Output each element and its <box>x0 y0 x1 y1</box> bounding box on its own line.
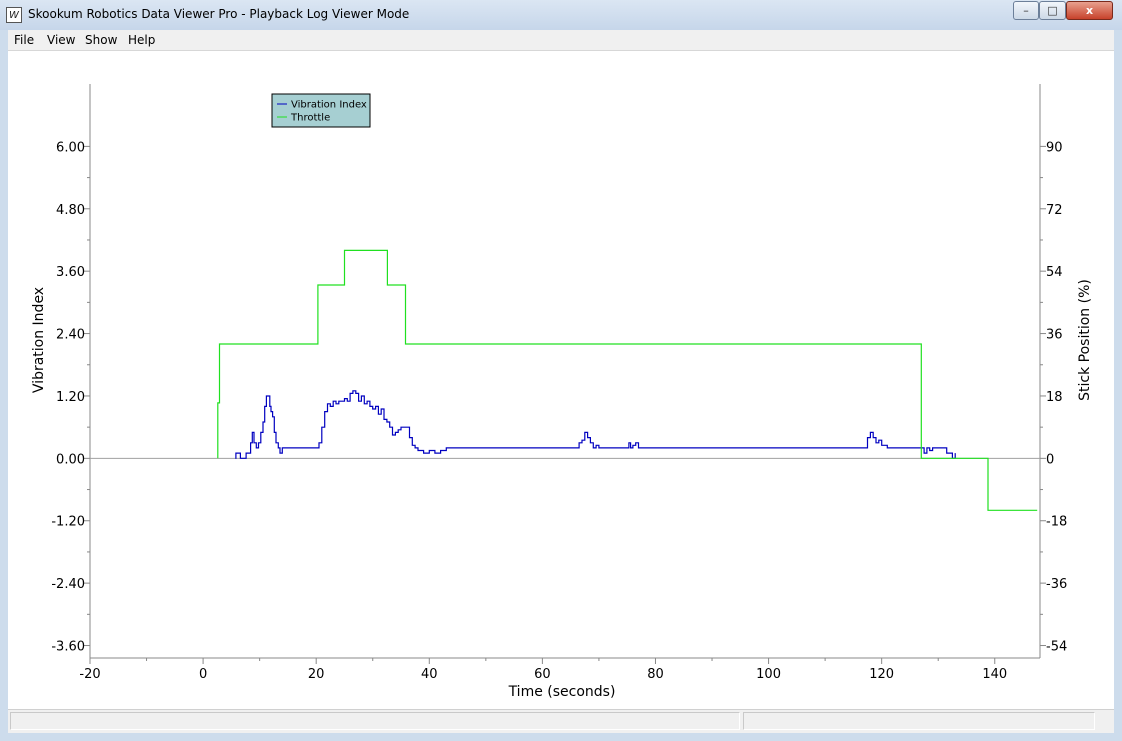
menu-bar: File View Show Help <box>8 30 1114 51</box>
x-tick-label: 60 <box>534 667 551 682</box>
minimize-button[interactable]: – <box>1013 1 1039 20</box>
close-button[interactable]: x <box>1066 1 1113 20</box>
legend-label-vibration: Vibration Index <box>291 100 367 111</box>
x-axis-label: Time (seconds) <box>508 684 616 700</box>
y-tick-label: 4.80 <box>56 203 85 218</box>
y2-tick-label: -18 <box>1046 515 1067 530</box>
y-tick-label: 0.00 <box>56 452 85 467</box>
y-tick-label: 6.00 <box>56 140 85 155</box>
window-title: Skookum Robotics Data Viewer Pro - Playb… <box>28 7 410 21</box>
x-tick-label: 140 <box>982 667 1007 682</box>
status-pane-secondary <box>743 712 1095 730</box>
chart-legend: Vibration Index Throttle <box>271 93 371 128</box>
x-tick-label: 0 <box>199 667 207 682</box>
series-line-vibration-index <box>235 390 956 459</box>
y-tick-label: 3.60 <box>56 265 85 280</box>
x-tick-label: 120 <box>869 667 894 682</box>
y-tick-label: -1.20 <box>51 515 85 530</box>
y2-tick-label: -36 <box>1046 577 1067 592</box>
y2-tick-label: -54 <box>1046 640 1067 655</box>
status-pane-main <box>10 712 740 730</box>
legend-label-throttle: Throttle <box>290 113 330 124</box>
y2-tick-label: 36 <box>1046 328 1063 343</box>
app-icon: W <box>6 7 22 23</box>
chart-area: 6.00 4.80 3.60 2.40 1.20 0.00 -1.20 -2.40 -3.60 9… <box>8 51 1114 709</box>
y2-tick-label: 0 <box>1046 452 1054 467</box>
menu-help[interactable]: Help <box>128 33 155 47</box>
y-tick-label: 2.40 <box>56 328 85 343</box>
menu-file[interactable]: File <box>14 33 34 47</box>
app-window: W Skookum Robotics Data Viewer Pro - Pla… <box>0 0 1122 741</box>
y2-tick-label: 54 <box>1046 265 1063 280</box>
menu-show[interactable]: Show <box>85 33 117 47</box>
x-tick-label: 20 <box>308 667 325 682</box>
x-tick-label: -20 <box>79 667 100 682</box>
maximize-button[interactable]: □ <box>1039 1 1066 20</box>
y2-tick-label: 72 <box>1046 203 1063 218</box>
title-bar[interactable]: W Skookum Robotics Data Viewer Pro - Pla… <box>0 0 1122 30</box>
vibration-throttle-chart: 6.00 4.80 3.60 2.40 1.20 0.00 -1.20 -2.40 -3.60 9… <box>31 84 1093 700</box>
y-tick-label: -3.60 <box>51 640 85 655</box>
y-tick-label: 1.20 <box>56 390 85 405</box>
y-axis-label: Vibration Index <box>31 287 47 393</box>
x-tick-label: 40 <box>421 667 438 682</box>
series-line-throttle <box>217 249 1038 511</box>
x-tick-label: 100 <box>756 667 781 682</box>
x-tick-label: 80 <box>647 667 664 682</box>
menu-view[interactable]: View <box>47 33 75 47</box>
y2-tick-label: 90 <box>1046 140 1063 155</box>
y-tick-label: -2.40 <box>51 577 85 592</box>
status-bar <box>8 709 1114 733</box>
y2-axis-label: Stick Position (%) <box>1077 279 1093 401</box>
y2-tick-label: 18 <box>1046 390 1063 405</box>
